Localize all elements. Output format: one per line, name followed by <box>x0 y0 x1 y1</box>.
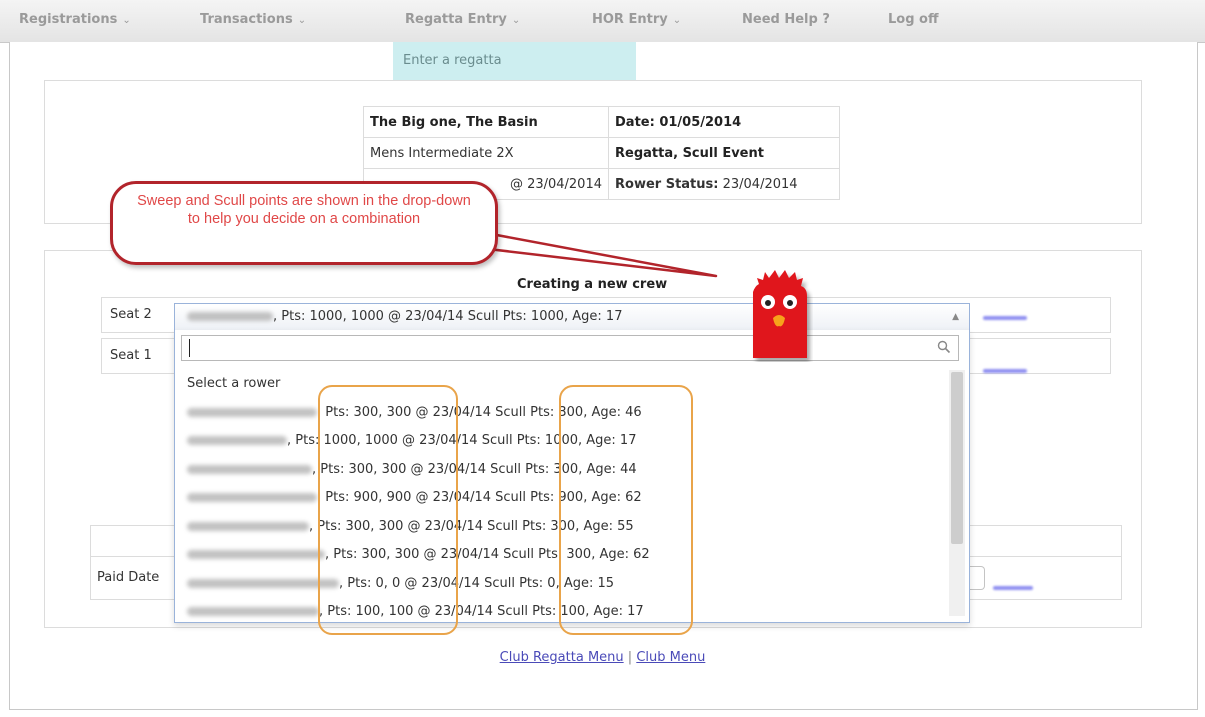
row-action-link[interactable] <box>993 579 1039 590</box>
rower-options-list: Select a rower , Pts: 300, 300 @ 23/04/1… <box>175 370 945 627</box>
row-action-link[interactable] <box>983 362 1029 373</box>
list-item[interactable]: , Pts: 300, 300 @ 23/04/14 Scull Pts: 30… <box>175 513 945 542</box>
rower-dropdown: Select a rower , Pts: 300, 300 @ 23/04/1… <box>174 330 970 623</box>
redacted-rower-name <box>187 312 273 321</box>
seat-label: Seat 2 <box>110 307 152 322</box>
rower-search-input[interactable] <box>181 335 959 361</box>
list-item[interactable]: , Pts: 1000, 1000 @ 23/04/14 Scull Pts: … <box>175 427 945 456</box>
text-cursor <box>189 339 190 357</box>
top-menu-bar: Registrations ⌄ Transactions ⌄ Regatta Ent… <box>0 0 1205 43</box>
event-name: The Big one, The Basin <box>363 106 609 138</box>
selected-rower-text: , Pts: 1000, 1000 @ 23/04/14 Scull Pts: … <box>273 309 623 324</box>
list-item[interactable]: , Pts: 300, 300 @ 23/04/14 Scull Pts: 30… <box>175 456 945 485</box>
menu-hor-entry[interactable]: HOR Entry ⌄ <box>592 12 681 27</box>
list-item[interactable]: , Pts: 100, 100 @ 23/04/14 Scull Pts: 10… <box>175 598 945 627</box>
list-item[interactable]: , Pts: 900, 900 @ 23/04/14 Scull Pts: 90… <box>175 484 945 513</box>
submenu-enter-regatta[interactable]: Enter a regatta <box>393 42 636 80</box>
list-item[interactable]: , Pts: 300, 300 @ 23/04/14 Scull Pts: 30… <box>175 541 945 570</box>
chevron-up-icon: ▲ <box>952 312 959 322</box>
date-picker-button[interactable] <box>970 566 985 590</box>
club-regatta-menu-link[interactable]: Club Regatta Menu <box>500 650 624 665</box>
rower-select[interactable]: , Pts: 1000, 1000 @ 23/04/14 Scull Pts: … <box>174 303 970 331</box>
menu-log-off[interactable]: Log off <box>888 12 939 27</box>
menu-registrations[interactable]: Registrations ⌄ <box>19 12 131 27</box>
list-item-placeholder[interactable]: Select a rower <box>175 370 945 399</box>
menu-transactions[interactable]: Transactions ⌄ <box>200 12 306 27</box>
club-menu-link[interactable]: Club Menu <box>636 650 705 665</box>
event-date: Date: 01/05/2014 <box>608 106 840 138</box>
dropdown-scrollbar[interactable] <box>949 370 965 616</box>
chevron-down-icon: ⌄ <box>511 15 521 26</box>
chevron-down-icon: ⌄ <box>672 15 682 26</box>
event-type: Regatta, Scull Event <box>608 137 840 169</box>
list-item[interactable]: , Pts: 0, 0 @ 23/04/14 Scull Pts: 0, Age… <box>175 570 945 599</box>
crew-heading: Creating a new crew <box>517 277 668 292</box>
row-action-link[interactable] <box>983 309 1029 320</box>
chevron-down-icon: ⌄ <box>122 15 131 26</box>
footer-separator: | <box>627 650 633 665</box>
paid-date-label: Paid Date <box>97 570 160 585</box>
footer-links: Club Regatta Menu | Club Menu <box>0 650 1205 665</box>
menu-need-help[interactable]: Need Help ? <box>742 12 830 27</box>
seat-label: Seat 1 <box>110 348 152 363</box>
help-callout: Sweep and Scull points are shown in the … <box>110 181 498 265</box>
event-category: Mens Intermediate 2X <box>363 137 609 169</box>
chevron-down-icon: ⌄ <box>297 15 307 26</box>
list-item[interactable]: , Pts: 300, 300 @ 23/04/14 Scull Pts: 30… <box>175 399 945 428</box>
menu-regatta-entry[interactable]: Regatta Entry ⌄ <box>405 12 520 27</box>
monster-mascot-icon <box>753 270 807 358</box>
scrollbar-thumb[interactable] <box>951 372 963 544</box>
search-icon <box>937 340 951 354</box>
rower-status: Rower Status: 23/04/2014 <box>608 168 840 200</box>
